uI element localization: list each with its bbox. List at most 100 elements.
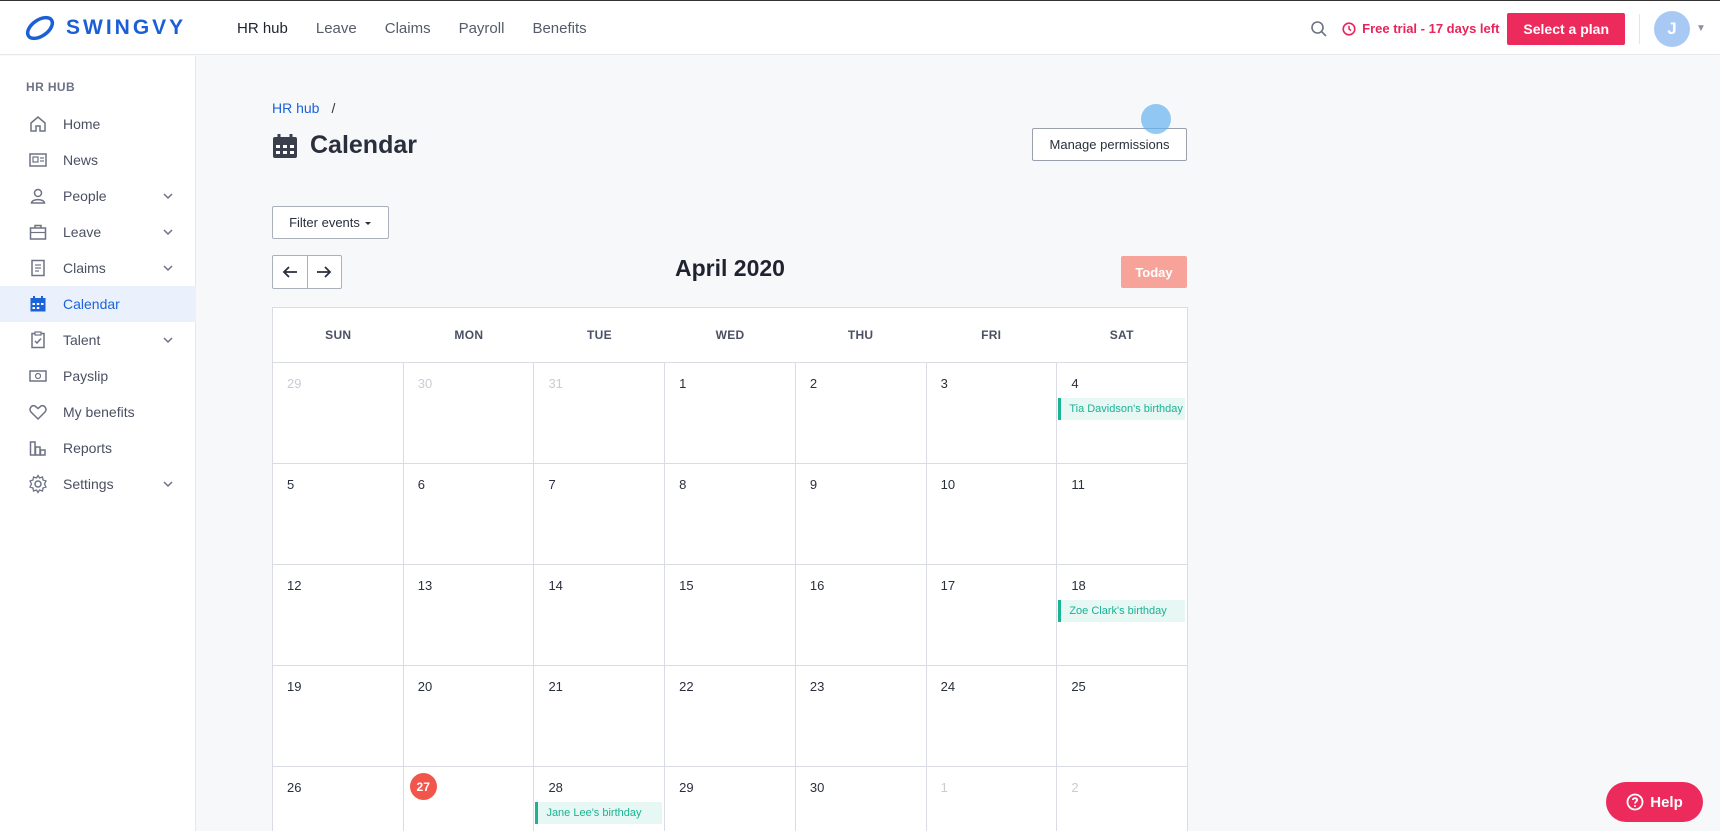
- calendar-week-row: 12 13 14 15 16 17 18 Zoe Clark's birthday: [273, 565, 1187, 666]
- calendar-event-birthday[interactable]: Zoe Clark's birthday: [1058, 600, 1186, 622]
- help-button[interactable]: Help: [1606, 782, 1703, 822]
- calendar-day-cell[interactable]: 23: [796, 666, 927, 766]
- calendar-day-cell[interactable]: 19: [273, 666, 404, 766]
- calendar-day-cell[interactable]: 16: [796, 565, 927, 665]
- day-number: 9: [809, 477, 818, 492]
- topnav-payroll[interactable]: Payroll: [459, 20, 505, 37]
- sidebar-item-claims[interactable]: Claims: [0, 250, 196, 286]
- calendar-day-cell[interactable]: 25: [1057, 666, 1187, 766]
- calendar-day-cell[interactable]: 18 Zoe Clark's birthday: [1057, 565, 1187, 665]
- chevron-down-icon[interactable]: [162, 334, 174, 346]
- calendar-week-row: 29 30 31 1 2 3 4 Tia Davidson's birthday: [273, 363, 1187, 464]
- day-number: 31: [548, 376, 563, 391]
- day-number: 3: [940, 376, 948, 391]
- day-number: 10: [940, 477, 956, 492]
- calendar-day-cell[interactable]: 9: [796, 464, 927, 564]
- calendar-day-cell[interactable]: 6: [404, 464, 535, 564]
- calendar-day-cell[interactable]: 21: [534, 666, 666, 766]
- sidebar-item-label: People: [63, 188, 107, 204]
- calendar-day-cell[interactable]: 20: [404, 666, 535, 766]
- calendar-day-cell[interactable]: 2: [1057, 767, 1187, 831]
- page-title-text: Calendar: [310, 131, 417, 159]
- calendar-day-cell[interactable]: 22: [665, 666, 796, 766]
- chevron-down-icon[interactable]: [162, 226, 174, 238]
- calendar-day-cell[interactable]: 31: [534, 363, 666, 463]
- calendar-day-cell[interactable]: 30: [404, 363, 535, 463]
- today-button[interactable]: Today: [1121, 256, 1187, 288]
- calendar-day-cell[interactable]: 4 Tia Davidson's birthday: [1057, 363, 1187, 463]
- weekday-label: MON: [454, 328, 484, 342]
- calendar-day-cell[interactable]: 24: [927, 666, 1058, 766]
- chevron-down-icon[interactable]: [162, 478, 174, 490]
- calendar-day-cell[interactable]: 7: [534, 464, 666, 564]
- day-number: 28: [548, 780, 563, 795]
- calendar-day-cell[interactable]: 3: [927, 363, 1058, 463]
- chevron-down-icon[interactable]: ▼: [1696, 23, 1706, 34]
- chevron-down-icon[interactable]: [162, 190, 174, 202]
- weekday-label: SAT: [1109, 328, 1134, 342]
- breadcrumb-hr-hub-link[interactable]: HR hub: [272, 100, 319, 116]
- day-number: 29: [679, 780, 694, 795]
- calendar-day-cell[interactable]: 10: [927, 464, 1058, 564]
- calendar-day-cell[interactable]: 30: [796, 767, 927, 831]
- weekday-header: SUN MON TUE WED THU FRI SAT: [273, 308, 1187, 363]
- calendar-icon: [273, 133, 297, 158]
- divider: [1639, 13, 1640, 44]
- filter-events-label: Filter events: [289, 215, 360, 230]
- topnav-hr-hub[interactable]: HR hub: [237, 20, 288, 37]
- calendar-day-cell[interactable]: 17: [927, 565, 1058, 665]
- calendar-event-birthday[interactable]: Jane Lee's birthday: [535, 802, 663, 824]
- topnav-claims[interactable]: Claims: [385, 20, 431, 37]
- calendar-day-cell[interactable]: 8: [665, 464, 796, 564]
- topnav-leave[interactable]: Leave: [316, 20, 357, 37]
- calendar-day-cell[interactable]: 29: [665, 767, 796, 831]
- calendar-day-cell[interactable]: 1: [665, 363, 796, 463]
- sidebar-item-label: News: [63, 152, 99, 168]
- select-plan-button[interactable]: Select a plan: [1507, 12, 1625, 45]
- calendar-event-birthday[interactable]: Tia Davidson's birthday: [1058, 398, 1186, 420]
- calendar-day-cell[interactable]: 27: [404, 767, 535, 831]
- calendar-day-cell[interactable]: 12: [273, 565, 404, 665]
- topnav-benefits[interactable]: Benefits: [532, 20, 586, 37]
- day-number: 4: [1071, 376, 1079, 391]
- sidebar-item-news[interactable]: News: [0, 142, 196, 178]
- weekday-label: SUN: [325, 328, 352, 342]
- calendar-day-cell[interactable]: 29: [273, 363, 404, 463]
- calendar-day-cell[interactable]: 13: [404, 565, 535, 665]
- calendar-day-cell[interactable]: 15: [665, 565, 796, 665]
- calendar-day-cell[interactable]: 2: [796, 363, 927, 463]
- sidebar-item-my-benefits[interactable]: My benefits: [0, 394, 196, 430]
- receipt-icon: [31, 259, 45, 277]
- previous-month-button[interactable]: [273, 256, 307, 288]
- avatar[interactable]: J: [1654, 10, 1690, 47]
- free-trial-notice[interactable]: Free trial - 17 days left: [1342, 21, 1499, 36]
- sidebar-item-home[interactable]: Home: [0, 106, 196, 142]
- day-number: 15: [679, 578, 694, 593]
- sidebar-item-leave[interactable]: Leave: [0, 214, 196, 250]
- calendar-day-cell[interactable]: 11: [1057, 464, 1187, 564]
- sidebar-item-people[interactable]: People: [0, 178, 196, 214]
- calendar-day-cell[interactable]: 28 Jane Lee's birthday: [534, 767, 666, 831]
- calendar-day-cell[interactable]: 26: [273, 767, 404, 831]
- search-icon[interactable]: [1310, 20, 1328, 38]
- sidebar-item-reports[interactable]: Reports: [0, 430, 196, 466]
- day-number: 2: [809, 376, 818, 391]
- sidebar-item-label: My benefits: [63, 404, 135, 420]
- brand-logo[interactable]: SWINGVY: [24, 13, 186, 43]
- sidebar-item-label: Reports: [63, 440, 113, 456]
- calendar-day-cell[interactable]: 14: [534, 565, 666, 665]
- reports-icon: [29, 441, 46, 456]
- sidebar-item-talent[interactable]: Talent: [0, 322, 196, 358]
- sidebar-heading: HR HUB: [26, 80, 76, 94]
- weekday-label: WED: [715, 328, 745, 342]
- manage-permissions-button[interactable]: Manage permissions: [1032, 128, 1187, 161]
- calendar-day-cell[interactable]: 1: [927, 767, 1058, 831]
- calendar-day-cell[interactable]: 5: [273, 464, 404, 564]
- filter-events-button[interactable]: Filter events: [272, 206, 389, 239]
- chevron-down-icon[interactable]: [162, 262, 174, 274]
- sidebar-item-payslip[interactable]: Payslip: [0, 358, 196, 394]
- sidebar-item-calendar[interactable]: Calendar: [0, 286, 196, 322]
- next-month-button[interactable]: [306, 256, 341, 288]
- news-icon: [29, 153, 47, 167]
- sidebar-item-settings[interactable]: Settings: [0, 466, 196, 502]
